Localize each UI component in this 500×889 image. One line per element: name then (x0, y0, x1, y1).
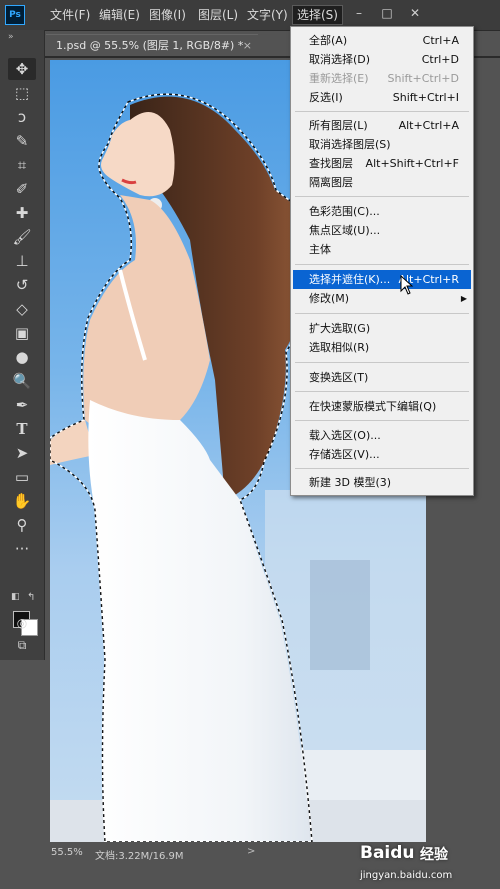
menu-item-load-selection[interactable]: 载入选区(O)... (293, 426, 471, 445)
tools-panel: » ✥ ⬚ ↄ ✎ ⌗ ✐ ✚ 🖌 ⊥ ↺ ◇ ▣ ● 🔍 ✒ T ➤ ▭ ✋ … (0, 30, 45, 660)
stamp-icon[interactable]: ⊥ (8, 250, 36, 272)
hand-icon[interactable]: ✋ (8, 490, 36, 512)
move-icon[interactable]: ✥ (8, 58, 36, 80)
document-tab[interactable]: 1.psd @ 55.5% (图层 1, RGB/8#) * × (46, 34, 258, 57)
menu-item-new-3d-model[interactable]: 新建 3D 模型(3) (293, 473, 471, 492)
menu-item-deselect[interactable]: 取消选择(D) Ctrl+D (293, 50, 471, 69)
menu-item-modify[interactable]: 修改(M) ▶ (293, 289, 471, 308)
history-brush-icon[interactable]: ↺ (8, 274, 36, 296)
menu-separator (295, 362, 469, 363)
tab-close-icon[interactable]: × (243, 35, 252, 57)
path-select-icon[interactable]: ➤ (8, 442, 36, 464)
document-tab-title: 1.psd @ 55.5% (图层 1, RGB/8#) * (56, 39, 244, 52)
marquee-icon[interactable]: ⬚ (8, 82, 36, 104)
mouse-cursor-icon (400, 275, 414, 295)
menu-separator (295, 111, 469, 112)
gradient-icon[interactable]: ▣ (8, 322, 36, 344)
screen-mode-icon[interactable]: ⧉ (8, 634, 36, 656)
menu-item-select-and-mask[interactable]: 选择并遮住(K)... Alt+Ctrl+R (293, 270, 471, 289)
menu-item-find-layers[interactable]: 查找图层 Alt+Shift+Ctrl+F (293, 154, 471, 173)
baidu-watermark: Baidu 经验 jingyan.baidu.com (360, 840, 495, 886)
menu-item-similar[interactable]: 选取相似(R) (293, 338, 471, 357)
menu-separator (295, 196, 469, 197)
menu-item-reselect: 重新选择(E) Shift+Ctrl+D (309, 72, 459, 85)
menu-type[interactable]: 文字(Y) (243, 6, 292, 24)
menu-file[interactable]: 文件(F) (46, 6, 94, 24)
menu-item-isolate-layers[interactable]: 隔离图层 (293, 173, 471, 192)
brush-icon[interactable]: 🖌 (8, 226, 36, 248)
menu-layer[interactable]: 图层(L) (194, 6, 242, 24)
dodge-icon[interactable]: 🔍 (8, 370, 36, 392)
pen-icon[interactable]: ✒ (8, 394, 36, 416)
select-menu-dropdown: 全部(A) Ctrl+A 取消选择(D) Ctrl+D 重新选择(E) Shift+C… (290, 26, 474, 496)
menu-select[interactable]: 选择(S) (292, 5, 343, 25)
menu-separator (295, 391, 469, 392)
minimize-icon[interactable]: – (348, 4, 370, 22)
swap-colors-icon[interactable]: ↰ (27, 592, 35, 603)
healing-icon[interactable]: ✚ (8, 202, 36, 224)
watermark-brand-cn: 经验 (420, 847, 448, 863)
document-info: 文档:3.22M/16.9M (95, 851, 184, 862)
menu-item-inverse[interactable]: 反选(I) Shift+Ctrl+I (293, 88, 471, 107)
menu-edit[interactable]: 编辑(E) (95, 6, 144, 24)
crop-icon[interactable]: ⌗ (8, 154, 36, 176)
maximize-icon[interactable]: □ (376, 4, 398, 22)
menu-separator (295, 468, 469, 469)
menu-image[interactable]: 图像(I) (145, 6, 190, 24)
quick-select-icon[interactable]: ✎ (8, 130, 36, 152)
close-icon[interactable]: ✕ (404, 4, 426, 22)
photoshop-logo: Ps (5, 5, 25, 25)
collapse-icon[interactable]: » (8, 32, 14, 42)
menu-item-all-layers[interactable]: 所有图层(L) Alt+Ctrl+A (293, 116, 471, 135)
menu-item-save-selection[interactable]: 存储选区(V)... (293, 445, 471, 464)
zoom-level[interactable]: 55.5% (51, 847, 83, 858)
menu-item-all[interactable]: 全部(A) Ctrl+A (293, 31, 471, 50)
menu-separator (295, 313, 469, 314)
menu-item-quick-mask[interactable]: 在快速蒙版模式下编辑(Q) (293, 397, 471, 416)
menu-separator (295, 420, 469, 421)
watermark-url: jingyan.baidu.com (360, 870, 453, 881)
lasso-icon[interactable]: ↄ (8, 106, 36, 128)
submenu-arrow-icon: ▶ (460, 294, 467, 303)
zoom-icon[interactable]: ⚲ (8, 514, 36, 536)
default-colors-icon[interactable]: ◧ (11, 592, 20, 602)
menu-item-transform-selection[interactable]: 变换选区(T) (293, 368, 471, 387)
shape-icon[interactable]: ▭ (8, 466, 36, 488)
menu-item-subject[interactable]: 主体 (293, 240, 471, 259)
menu-item-deselect-layers[interactable]: 取消选择图层(S) (293, 135, 471, 154)
eraser-icon[interactable]: ◇ (8, 298, 36, 320)
menu-separator (295, 264, 469, 265)
eyedropper-icon[interactable]: ✐ (8, 178, 36, 200)
menu-item-grow[interactable]: 扩大选取(G) (293, 319, 471, 338)
quick-mask-icon[interactable]: ◎ (8, 612, 36, 634)
menu-item-color-range[interactable]: 色彩范围(C)... (293, 202, 471, 221)
more-icon[interactable]: ··· (8, 538, 36, 560)
menu-item-focus-area[interactable]: 焦点区域(U)... (293, 221, 471, 240)
status-arrow-icon[interactable]: > (247, 846, 255, 857)
blur-icon[interactable]: ● (8, 346, 36, 368)
watermark-brand: Baidu (360, 843, 415, 863)
type-icon[interactable]: T (8, 418, 36, 440)
